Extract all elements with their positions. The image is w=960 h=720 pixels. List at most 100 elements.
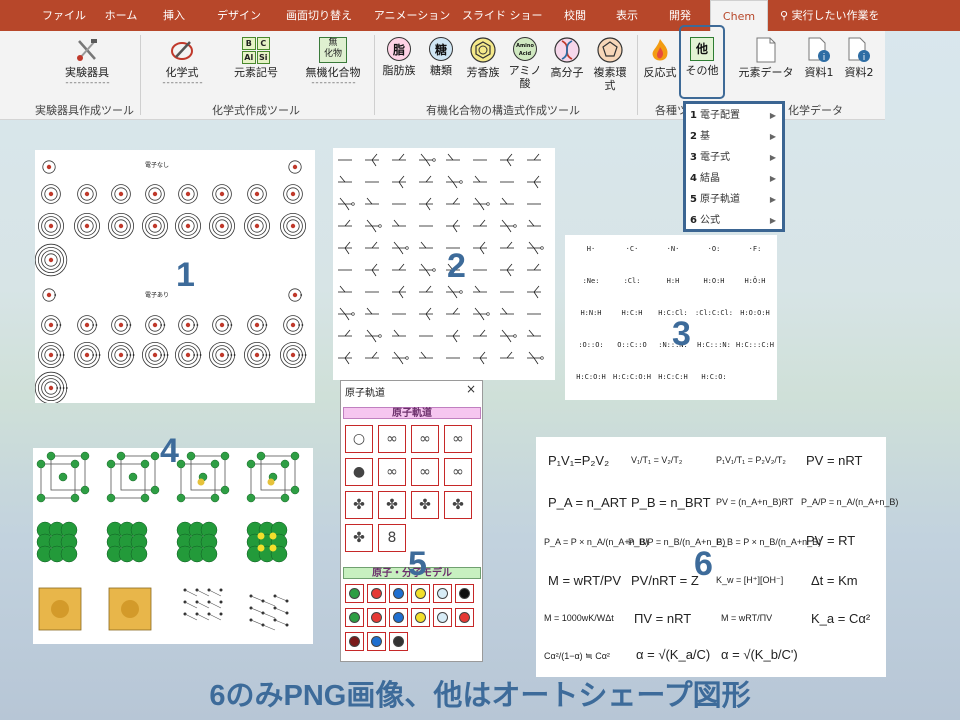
orbital-cell[interactable]: ∞ (378, 425, 406, 453)
unit-cell (246, 451, 300, 503)
molecule-model-cell[interactable] (433, 584, 452, 603)
cut-sphere-cell (108, 587, 152, 631)
functional-group (392, 241, 409, 255)
other-button[interactable]: 他 その他 (679, 25, 725, 99)
molecule-model-cell[interactable] (345, 608, 364, 627)
menu-item-orbital[interactable]: 5 原子軌道 ▶ (686, 189, 782, 210)
tab-transitions[interactable]: 画面切り替え (280, 0, 358, 31)
molecule-model-cell[interactable] (367, 632, 386, 651)
crystal-diagrams (36, 451, 300, 631)
orbital-cell[interactable]: ○ (345, 425, 373, 453)
functional-group (419, 285, 433, 293)
molecule-model-cell[interactable] (367, 584, 386, 603)
amino-acid-button[interactable]: Amino Acid アミノ酸 (508, 37, 542, 90)
functional-group (473, 285, 487, 293)
label-number-4: 4 (160, 432, 179, 470)
menu-item-electron-config[interactable]: 1 電子配置 ▶ (686, 105, 782, 126)
element-data-button[interactable]: 元素データ (736, 37, 796, 79)
chemical-formula-button[interactable]: 化学式 - - - - - - - - - - (152, 37, 212, 88)
molecule-model-cell[interactable] (389, 632, 408, 651)
orbital-cell[interactable]: 8 (378, 524, 406, 552)
menu-item-crystal[interactable]: 4 結晶 ▶ (686, 168, 782, 189)
tab-file[interactable]: ファイル (38, 0, 90, 31)
sugar-icon: 糖 (429, 37, 453, 61)
molecule-model-cell[interactable] (345, 632, 364, 651)
atom-ball-icon (393, 636, 404, 647)
group-label-data: 化学データ (788, 104, 843, 117)
tab-design[interactable]: デザイン (212, 0, 266, 31)
shell-atom (279, 341, 307, 368)
lewis-structure: H:N:H (580, 309, 602, 317)
crystal-panel (33, 448, 313, 644)
aromatic-button[interactable]: 芳香族 (466, 37, 500, 79)
functional-group (338, 197, 355, 211)
menu-item-formula[interactable]: 6 公式 ▶ (686, 210, 782, 231)
molecule-model-cell[interactable] (389, 608, 408, 627)
info-document-icon: i (848, 37, 870, 63)
shell-atom (74, 341, 101, 368)
search-box[interactable]: ⚲ 実行したい作業を (780, 0, 880, 31)
tab-home[interactable]: ホーム (98, 0, 144, 31)
shell-atom (283, 315, 304, 335)
molecule-model-cell[interactable] (433, 608, 452, 627)
reference2-button[interactable]: i 資料2 (842, 37, 876, 79)
orbital-dialog: 原子軌道 × 原子軌道 ○ ∞ ∞ ∞ ● ∞ ∞ ∞ ✤ ✤ ✤ ✤ ✤ 8 原子・分子モデル (340, 380, 483, 662)
menu-item-electron-formula[interactable]: 3 電子式 ▶ (686, 147, 782, 168)
functional-group (527, 329, 541, 337)
orbital-cell[interactable]: ✤ (378, 491, 406, 519)
orbital-cell[interactable]: ✤ (345, 524, 373, 552)
element-symbol-button[interactable]: B C Al Si 元素記号 (226, 37, 286, 79)
functional-group (500, 219, 517, 233)
close-icon[interactable]: × (466, 382, 476, 396)
heterocyclic-button[interactable]: 複素環式 (590, 37, 630, 92)
formula: P_A/P = n_A/(n_A+n_B) (801, 497, 899, 507)
aliphatic-button[interactable]: 脂 脂肪族 (382, 37, 416, 77)
shell-atom (243, 213, 270, 240)
unit-cell (176, 451, 230, 503)
slide-caption: 6のみPNG画像、他はオートシェープ図形 (209, 680, 751, 712)
functional-group (527, 351, 544, 365)
tab-slideshow[interactable]: スライド ショー (462, 0, 543, 31)
orbital-cell[interactable]: ● (345, 458, 373, 486)
orbital-cell[interactable]: ∞ (411, 458, 439, 486)
tab-insert[interactable]: 挿入 (154, 0, 194, 31)
functional-group (446, 219, 460, 233)
functional-group (500, 153, 514, 167)
functional-group (527, 153, 541, 161)
other-dropdown-menu: 1 電子配置 ▶ 2 基 ▶ 3 電子式 ▶ 4 結晶 ▶ 5 原子軌道 ▶ 6 公式 ▶ (683, 101, 785, 232)
molecule-model-cell[interactable] (345, 584, 364, 603)
functional-group (446, 197, 460, 205)
functional-group (446, 153, 460, 161)
tab-review[interactable]: 校閲 (556, 0, 594, 31)
functional-group (473, 241, 487, 255)
orbital-cell[interactable]: ∞ (444, 458, 472, 486)
polymer-button[interactable]: 高分子 (550, 37, 584, 79)
functional-group (338, 285, 352, 293)
lab-equipment-button[interactable]: 実験器具 - - - - - - - - - - - (52, 37, 122, 88)
functional-group (365, 153, 379, 167)
inorganic-compound-button[interactable]: 無化物 無機化合物 - - - - - - - - - - - (298, 37, 368, 88)
atom-ball-icon (371, 612, 382, 623)
molecule-model-cell[interactable] (411, 608, 430, 627)
shell-atom (37, 341, 65, 368)
orbital-cell[interactable]: ✤ (345, 491, 373, 519)
orbital-cell[interactable]: ✤ (444, 491, 472, 519)
menu-item-group[interactable]: 2 基 ▶ (686, 126, 782, 147)
molecule-model-cell[interactable] (411, 584, 430, 603)
tab-animations[interactable]: アニメーション (373, 0, 451, 31)
reference1-button[interactable]: i 資料1 (802, 37, 836, 79)
tab-view[interactable]: 表示 (608, 0, 646, 31)
orbital-cell[interactable]: ∞ (444, 425, 472, 453)
orbital-cell[interactable]: ∞ (378, 458, 406, 486)
shell-atom (108, 341, 135, 368)
molecule-model-cell[interactable] (455, 608, 474, 627)
orbital-cell[interactable]: ∞ (411, 425, 439, 453)
molecule-model-cell[interactable] (455, 584, 474, 603)
orbital-cell[interactable]: ✤ (411, 491, 439, 519)
sugar-button[interactable]: 糖 糖類 (424, 37, 458, 77)
reaction-formula-button[interactable]: 反応式 (642, 37, 678, 79)
molecule-model-cell[interactable] (389, 584, 408, 603)
molecule-model-cell[interactable] (367, 608, 386, 627)
lewis-structure: H:Ö:H (744, 277, 766, 285)
unit-cell (36, 451, 90, 503)
